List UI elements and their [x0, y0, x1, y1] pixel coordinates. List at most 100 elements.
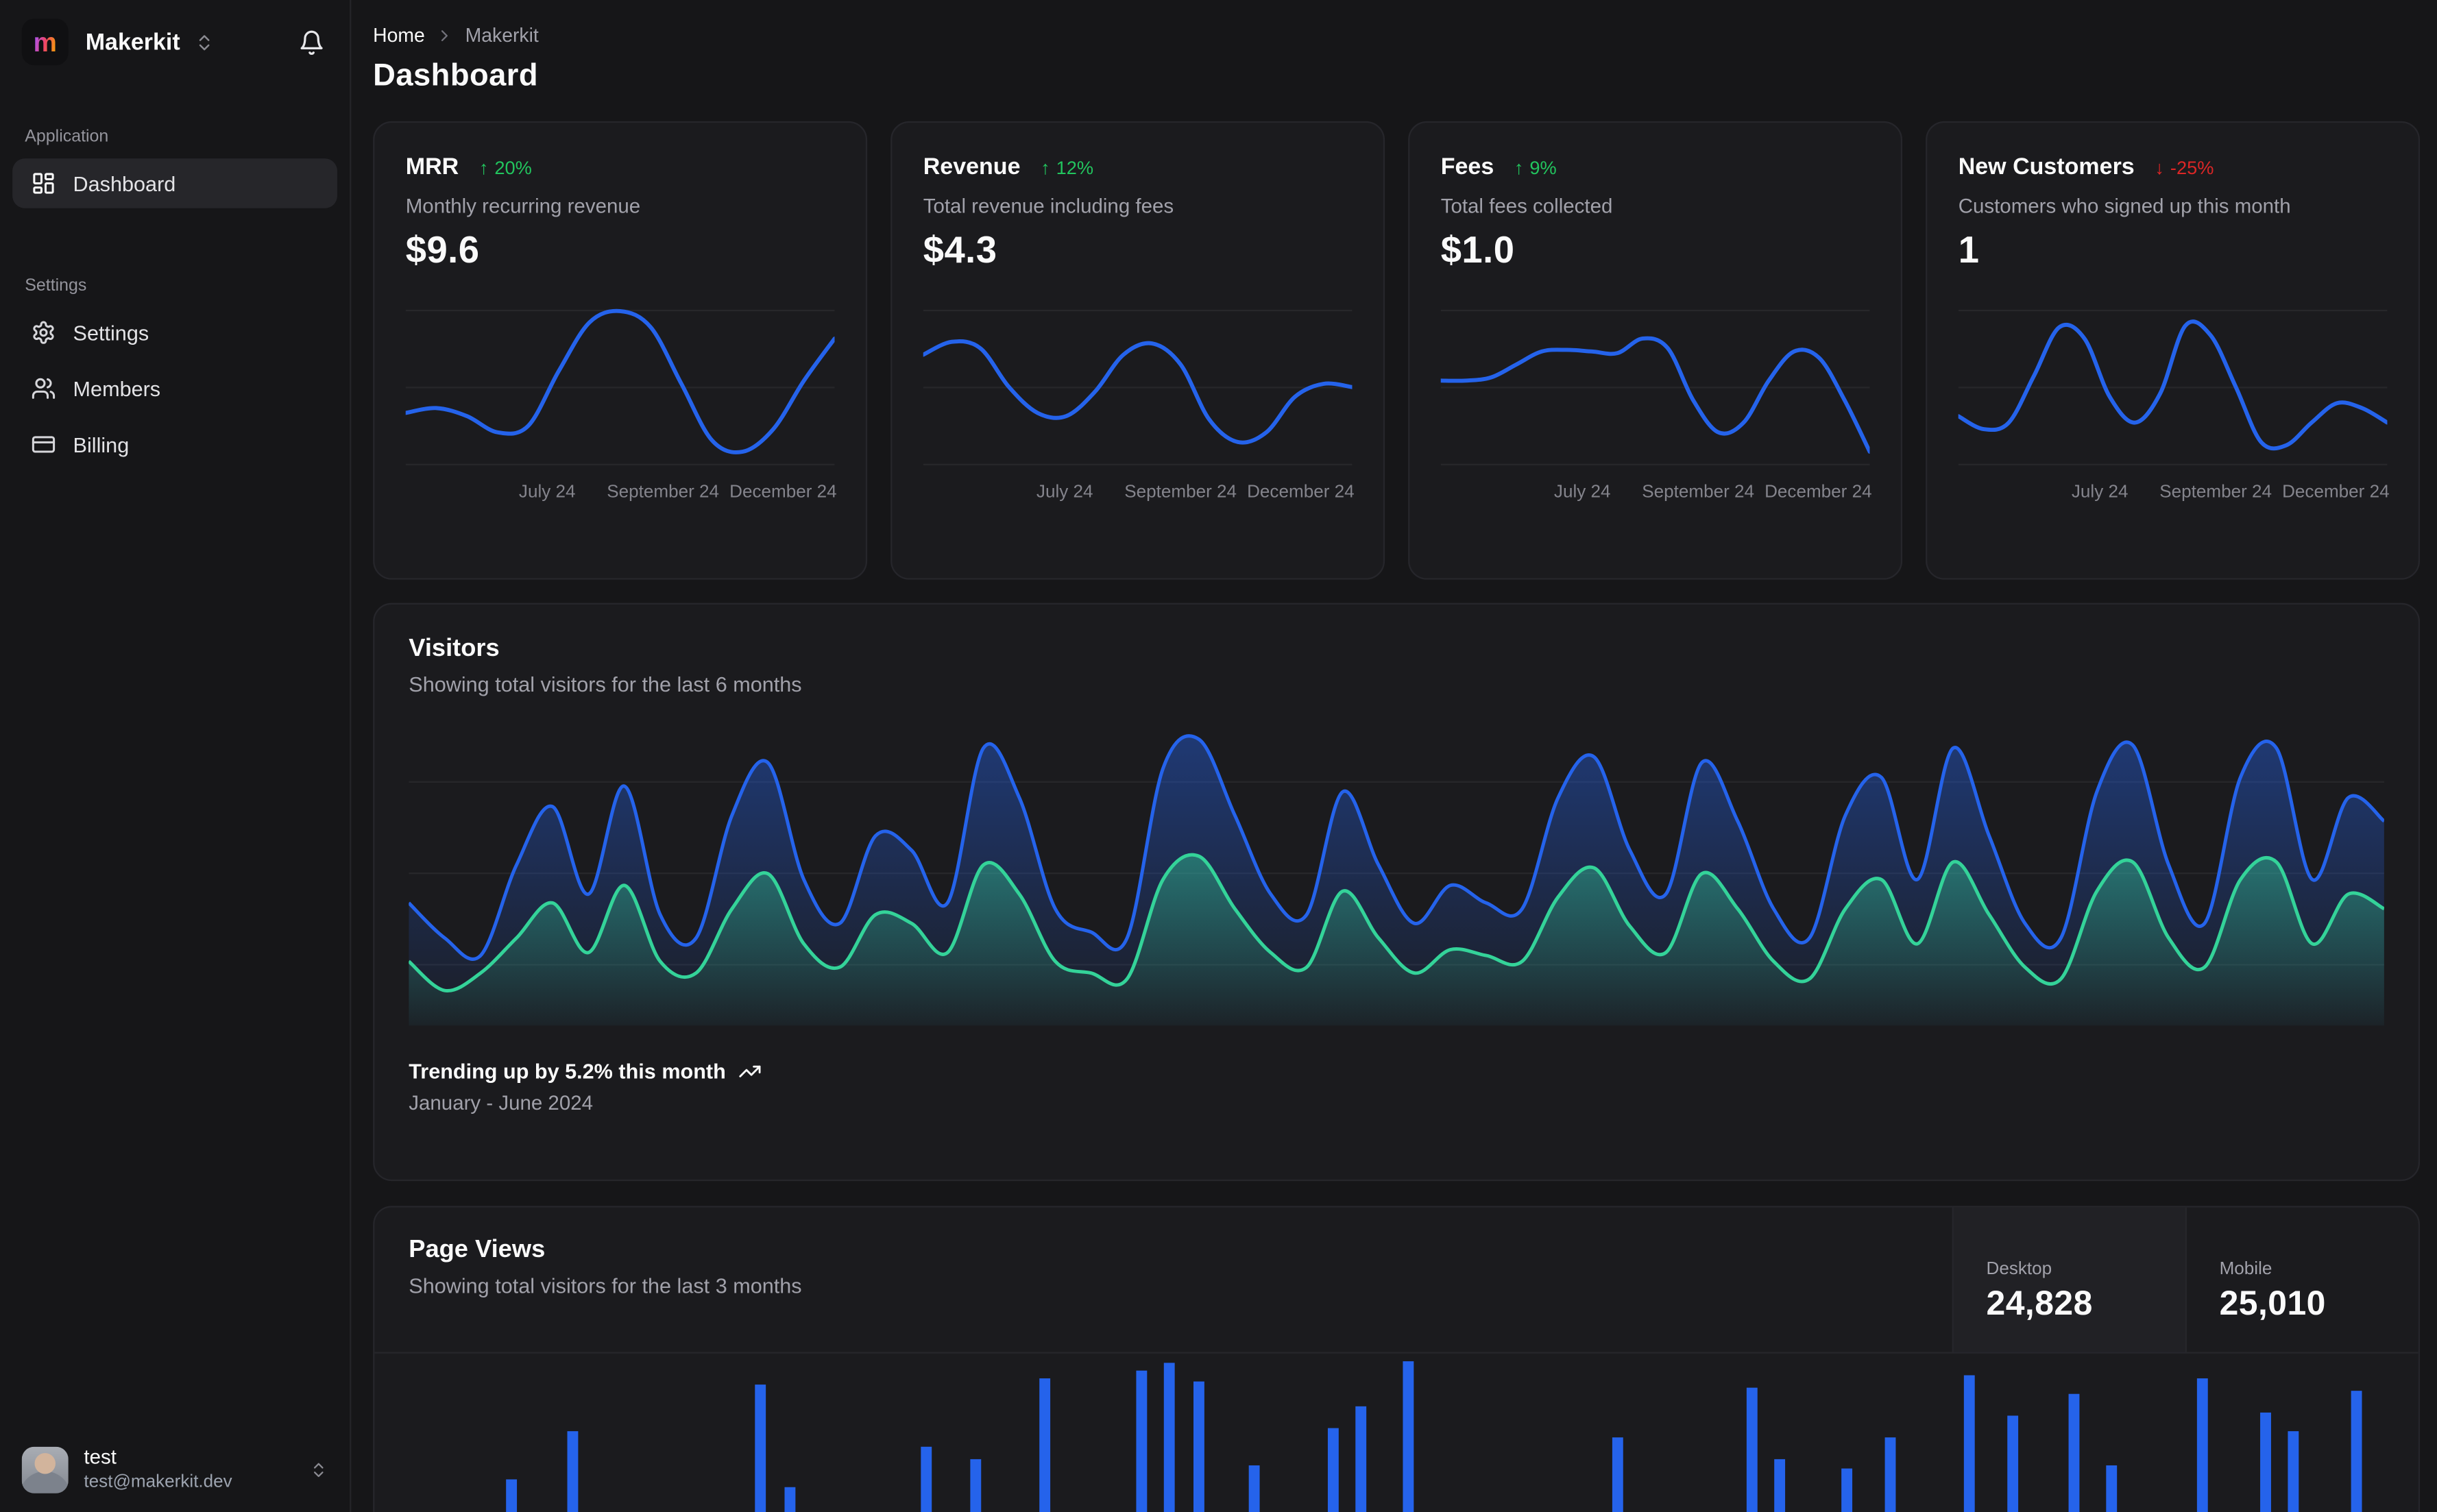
- user-meta: test test@makerkit.dev: [84, 1446, 232, 1493]
- stat-delta-value: 9%: [1529, 156, 1557, 178]
- user-menu[interactable]: test test@makerkit.dev: [0, 1427, 350, 1512]
- stat-delta-badge: ↑ 9%: [1514, 156, 1557, 178]
- visitors-subtitle: Showing total visitors for the last 6 mo…: [409, 672, 802, 696]
- stat-card-header: Fees ↑ 9%: [1441, 154, 1870, 180]
- fees-sparkline-chart: [1440, 292, 1870, 476]
- tab-desktop-value: 24,828: [1986, 1282, 2093, 1322]
- main-content: Home Makerkit Dashboard MRR ↑ 20% Monthly…: [351, 0, 2437, 1512]
- stat-delta-badge: ↓ -25%: [2155, 156, 2214, 178]
- stat-title: New Customers: [1958, 154, 2135, 180]
- stat-delta-value: -25%: [2170, 156, 2214, 178]
- user-name: test: [84, 1446, 117, 1470]
- x-tick-label: September 24: [1642, 483, 1755, 502]
- arrow-up-icon: ↑: [478, 156, 489, 178]
- sidebar-item-billing[interactable]: Billing: [12, 419, 337, 470]
- arrow-down-icon: ↓: [2155, 156, 2164, 178]
- breadcrumb-current: Makerkit: [465, 25, 539, 47]
- x-tick-label: September 24: [1124, 483, 1237, 502]
- stat-cards-row: MRR ↑ 20% Monthly recurring revenue $9.6 …: [373, 121, 2421, 580]
- chevrons-up-down-icon: [199, 34, 210, 50]
- page-views-title: Page Views: [409, 1236, 546, 1264]
- page-title: Dashboard: [373, 59, 539, 94]
- credit-card-icon: [32, 436, 56, 453]
- page-views-bar-chart: [409, 1356, 2384, 1512]
- trending-up-icon: [739, 1065, 761, 1077]
- sidebar-item-dashboard[interactable]: Dashboard: [12, 158, 337, 208]
- x-tick-label: September 24: [2159, 483, 2272, 502]
- stat-delta-badge: ↑ 12%: [1041, 156, 1093, 178]
- page-views-card: Page Views Showing total visitors for th…: [373, 1206, 2421, 1512]
- bell-icon: [300, 29, 323, 54]
- makerkit-logo: m: [21, 19, 69, 66]
- stat-value: $4.3: [923, 230, 997, 272]
- stat-card-mrr: MRR ↑ 20% Monthly recurring revenue $9.6 …: [373, 121, 868, 580]
- x-tick-label: December 24: [1765, 483, 1872, 502]
- logo-letter: m: [33, 27, 57, 57]
- x-tick-label: December 24: [1247, 483, 1355, 502]
- x-tick-label: July 24: [1553, 483, 1611, 502]
- x-tick-label: December 24: [2282, 483, 2390, 502]
- sidebar-item-members[interactable]: Members: [12, 364, 337, 414]
- stat-value: $9.6: [405, 230, 480, 272]
- tab-desktop-label: Desktop: [1986, 1259, 2052, 1278]
- x-tick-label: September 24: [607, 483, 720, 502]
- visitors-trend-line: Trending up by 5.2% this month: [409, 1060, 2384, 1083]
- x-tick-label: July 24: [1036, 483, 1093, 502]
- stat-value: 1: [1958, 230, 1980, 272]
- tab-mobile[interactable]: Mobile 25,010: [2185, 1207, 2418, 1352]
- x-axis-labels: July 24 September 24 December 24: [923, 483, 1355, 508]
- stat-delta-value: 20%: [494, 156, 532, 178]
- new-customers-sparkline-chart: [1958, 292, 2388, 476]
- gear-icon: [33, 321, 54, 344]
- stat-card-new-customers: New Customers ↓ -25% Customers who signed…: [1926, 121, 2421, 580]
- workspace-name: Makerkit: [85, 28, 180, 56]
- visitors-area-chart: [409, 721, 2384, 1026]
- visitors-trend-text: Trending up by 5.2% this month: [409, 1060, 726, 1084]
- sidebar-top: m Makerkit: [0, 0, 350, 81]
- tab-desktop[interactable]: Desktop 24,828: [1952, 1207, 2185, 1352]
- arrow-up-icon: ↑: [1514, 156, 1524, 178]
- revenue-sparkline-chart: [923, 292, 1353, 476]
- stat-card-header: MRR ↑ 20%: [406, 154, 835, 180]
- arrow-up-icon: ↑: [1040, 156, 1050, 178]
- x-axis-labels: July 24 September 24 December 24: [406, 483, 837, 508]
- stat-description: Total fees collected: [1440, 194, 1613, 218]
- stat-value: $1.0: [1440, 230, 1515, 272]
- sidebar-item-label: Dashboard: [73, 171, 176, 195]
- stat-card-header: Revenue ↑ 12%: [923, 154, 1353, 180]
- chevrons-up-down-icon: [313, 1462, 324, 1477]
- dashboard-icon: [33, 173, 54, 194]
- stat-title: MRR: [405, 154, 459, 180]
- sidebar-item-settings[interactable]: Settings: [12, 308, 337, 358]
- sidebar-section-label-settings: Settings: [25, 276, 87, 295]
- breadcrumb-home-link[interactable]: Home: [373, 25, 425, 47]
- page-views-header: Page Views Showing total visitors for th…: [374, 1207, 2418, 1354]
- visitors-period: January - June 2024: [409, 1090, 594, 1114]
- user-email: test@makerkit.dev: [84, 1472, 232, 1491]
- page-views-titles: Page Views Showing total visitors for th…: [374, 1208, 1952, 1352]
- chevron-right-icon: [441, 30, 448, 42]
- stat-card-fees: Fees ↑ 9% Total fees collected $1.0 July …: [1408, 121, 1903, 580]
- mrr-sparkline-chart: [405, 292, 835, 476]
- app-window: m Makerkit Application Dashboard Setting…: [0, 0, 2437, 1512]
- x-axis-labels: July 24 September 24 December 24: [1959, 483, 2390, 508]
- x-tick-label: December 24: [729, 483, 837, 502]
- sidebar-item-label: Members: [73, 376, 161, 400]
- stat-title: Fees: [1440, 154, 1494, 180]
- visitors-card: Visitors Showing total visitors for the …: [373, 602, 2421, 1182]
- sidebar-section-label-application: Application: [25, 127, 109, 147]
- stat-card-header: New Customers ↓ -25%: [1959, 154, 2388, 180]
- stat-description: Customers who signed up this month: [1958, 194, 2291, 218]
- stat-title: Revenue: [923, 154, 1021, 180]
- stat-card-revenue: Revenue ↑ 12% Total revenue including fee…: [890, 121, 1385, 580]
- x-axis-labels: July 24 September 24 December 24: [1441, 483, 1872, 508]
- notifications-button[interactable]: [298, 29, 325, 56]
- workspace-switcher[interactable]: m Makerkit: [21, 19, 215, 66]
- users-icon: [32, 378, 56, 399]
- breadcrumb: Home Makerkit: [373, 22, 2420, 50]
- visitors-title: Visitors: [409, 635, 500, 662]
- stat-delta-value: 12%: [1056, 156, 1094, 178]
- tab-mobile-value: 25,010: [2219, 1282, 2326, 1322]
- x-tick-label: July 24: [2071, 483, 2129, 502]
- sidebar-item-label: Billing: [73, 432, 130, 456]
